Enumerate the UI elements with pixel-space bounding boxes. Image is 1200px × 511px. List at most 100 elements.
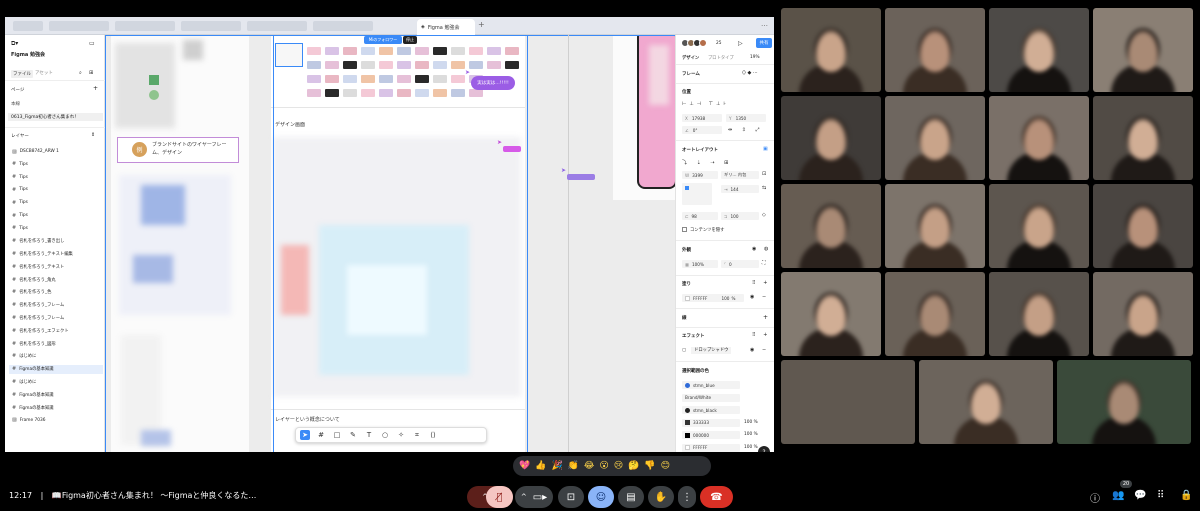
reaction-emoji[interactable]: 👏 <box>568 461 579 471</box>
layer-item[interactable]: # Tips <box>9 198 103 207</box>
participant-tile[interactable] <box>885 184 985 268</box>
frame-label[interactable]: フレーム <box>682 71 700 77</box>
camera-icon[interactable]: ▭▸ <box>533 492 547 503</box>
layer-item[interactable]: # Tips <box>9 173 103 182</box>
selection-color[interactable]: Brand/White <box>682 393 740 402</box>
layer-item[interactable]: # 名札を作ろう_テキスト <box>9 262 103 271</box>
add-stroke-button[interactable]: + <box>763 314 768 321</box>
height-mode-input[interactable]: ギリ… 内包 <box>721 171 759 179</box>
activities-icon[interactable]: ⠿ <box>1157 490 1164 501</box>
auto-layout-icon[interactable]: ▣ <box>763 146 768 152</box>
help-button[interactable]: ? <box>758 446 770 452</box>
gap-mode-icon[interactable]: ⇆ <box>762 185 766 191</box>
layer-item[interactable]: # Tips <box>9 224 103 233</box>
layer-item[interactable]: # はじめに <box>9 377 103 386</box>
gap-input[interactable]: ⇥ 144 <box>721 185 759 193</box>
rotation-input[interactable]: ∠ 0° <box>682 126 722 134</box>
participant-tile[interactable] <box>989 184 1089 268</box>
layer-item[interactable]: ▨ Frame 7036 <box>9 416 103 425</box>
reaction-emoji[interactable]: 😊 <box>661 461 670 471</box>
participant-tile[interactable] <box>919 360 1053 444</box>
expand-radius-icon[interactable]: ⛶ <box>762 260 766 266</box>
raise-hand-button[interactable]: ✋ <box>648 486 674 508</box>
participant-tile[interactable] <box>885 8 985 92</box>
participant-tile[interactable] <box>781 272 881 356</box>
selection-color[interactable]: 333333 <box>682 418 740 427</box>
participant-tile[interactable] <box>1093 8 1193 92</box>
frame-tool-icon[interactable]: # <box>316 430 326 440</box>
layer-item[interactable]: # 名札を作ろう_フレーム <box>9 301 103 310</box>
y-input[interactable]: Y 1350 <box>726 114 766 122</box>
reaction-emoji[interactable]: 😮 <box>599 461 608 471</box>
x-input[interactable]: X 17938 <box>682 114 722 122</box>
library-icon[interactable]: ⊞ <box>89 70 93 76</box>
tab-prototype[interactable]: プロトタイプ <box>708 55 734 61</box>
actions-tool-icon[interactable]: ✧ <box>396 430 406 440</box>
host-controls-icon[interactable]: 🔒 <box>1180 490 1192 501</box>
selection-color[interactable]: stmn_blue <box>682 381 740 389</box>
panel-toggle-icon[interactable]: ▭ <box>89 40 95 47</box>
mic-button[interactable]: 🎙̸ <box>486 486 513 508</box>
chevron-up-icon[interactable]: ^ <box>521 493 527 501</box>
tab-placeholder[interactable] <box>115 21 175 31</box>
pen-tool-icon[interactable]: ✎ <box>348 430 358 440</box>
align-icons[interactable]: ⊢⊥⊣ ⊤⊥⊦ <box>682 101 729 107</box>
more-icon[interactable]: … <box>761 20 768 28</box>
move-tool-icon[interactable]: ➤ <box>300 430 310 440</box>
participant-tile[interactable] <box>781 8 881 92</box>
effect-visibility-icon[interactable]: ◉ − <box>750 347 769 353</box>
participant-tile[interactable] <box>1057 360 1191 444</box>
selection-color[interactable]: FFFFFF <box>682 443 740 452</box>
example-card[interactable]: 例 ブランドサイトのワイヤーフレー ム、デザイン <box>117 137 239 163</box>
visibility-icon[interactable]: ◉ ◍ <box>752 246 771 252</box>
people-icon[interactable]: 👥 <box>1112 490 1124 501</box>
text-tool-icon[interactable]: T <box>364 430 374 440</box>
frame-actions-icon[interactable]: ⟨⟩ ◆ ⋯ <box>742 70 758 76</box>
effects-style-icon[interactable]: ⠿ + <box>752 332 770 338</box>
tab-design[interactable]: デザイン <box>682 55 699 61</box>
add-page-button[interactable]: + <box>93 85 98 92</box>
selection-color[interactable]: 000000 <box>682 431 740 439</box>
layer-item[interactable]: # 名札を作ろう_図形 <box>9 339 103 348</box>
canvas-frame-left[interactable]: 例 ブランドサイトのワイヤーフレー ム、デザイン <box>111 35 249 452</box>
participant-tile[interactable] <box>885 96 985 180</box>
figma-canvas[interactable]: 例 ブランドサイトのワイヤーフレー ム、デザイン デザイン画面 レイヤーという概… <box>105 35 675 452</box>
captions-button[interactable]: ▤ <box>618 486 644 508</box>
layer-item[interactable]: # Figmaの基本知識 <box>9 390 103 399</box>
layer-item[interactable]: # はじめに <box>9 352 103 361</box>
reaction-emoji[interactable]: 🤔 <box>628 461 639 471</box>
meeting-title[interactable]: 📖Figma初心者さん集まれ！ ～Figmaと仲良くなるた… <box>52 491 257 500</box>
participant-tile[interactable] <box>781 360 915 444</box>
fill-visibility-icon[interactable]: ◉ − <box>750 294 769 300</box>
collaborator-count[interactable]: 25 <box>716 41 721 46</box>
radius-input[interactable]: ⌜ 0 <box>721 260 759 268</box>
participant-tile[interactable] <box>989 96 1089 180</box>
layer-item[interactable]: # Figmaの基本知識 <box>9 364 103 374</box>
tab-assets[interactable]: アセット <box>35 70 53 76</box>
participant-tile[interactable] <box>1093 96 1193 180</box>
reaction-emoji[interactable]: 😂 <box>584 461 595 471</box>
padding-left-input[interactable]: ⊏ 98 <box>682 212 718 220</box>
new-tab-button[interactable]: + <box>478 20 485 29</box>
info-icon[interactable]: ⓘ <box>1090 490 1100 505</box>
current-page[interactable]: 0613_Figma初心者さん集まれ！ <box>8 113 103 121</box>
rectangle-tool-icon[interactable]: □ <box>332 430 342 440</box>
layer-item[interactable]: # 名札を作ろう_テキスト編集 <box>9 249 103 258</box>
selection-color[interactable]: stmn_black <box>682 406 740 414</box>
participant-tile[interactable] <box>781 184 881 268</box>
canvas-frame-middle[interactable]: デザイン画面 レイヤーという概念について <box>271 35 525 452</box>
color-opacity[interactable]: 100 % <box>744 445 758 450</box>
fill-style-icon[interactable]: ⠿ + <box>752 280 770 286</box>
reaction-emoji[interactable]: 🎉 <box>551 461 562 471</box>
fill-input[interactable]: FFFFFF 100% <box>682 294 744 302</box>
tab-placeholder[interactable] <box>181 21 241 31</box>
participant-tile[interactable] <box>989 8 1089 92</box>
participant-tile[interactable] <box>1093 184 1193 268</box>
stop-follow-button[interactable]: 停止 <box>403 36 417 44</box>
figma-menu-icon[interactable]: ⧉▾ <box>11 40 18 48</box>
resize-icon[interactable]: ⊡ <box>762 171 766 177</box>
participant-tile[interactable] <box>885 272 985 356</box>
comment-tool-icon[interactable]: ○ <box>380 430 390 440</box>
search-icon[interactable]: ⌕ <box>79 70 82 76</box>
participant-tile[interactable] <box>1093 272 1193 356</box>
